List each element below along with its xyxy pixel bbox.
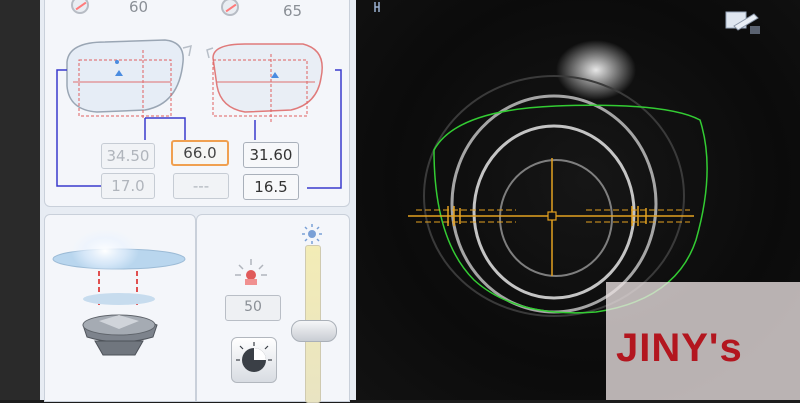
brightness-slider-thumb[interactable] (291, 319, 337, 342)
edit-icon[interactable] (724, 8, 762, 36)
control-panel: 60 65 34.50 66.0 31.60 17.0 --- 16.5 50 (40, 0, 356, 403)
watermark-text: JINY's (616, 326, 743, 370)
center-blank-field[interactable]: --- (173, 173, 229, 199)
a-size-field[interactable]: 34.50 (101, 143, 155, 169)
corner-marker-icon (374, 2, 380, 12)
outer-lens-ring (450, 94, 658, 314)
brightness-panel: 50 (196, 214, 350, 403)
lens-holder-diagram (52, 229, 186, 356)
brightness-value-field[interactable]: 50 (225, 295, 281, 321)
lamp-icon (235, 259, 267, 285)
dial-icon (236, 342, 272, 372)
left-lens-shape (66, 39, 184, 113)
dial-button[interactable] (231, 337, 277, 383)
crosshair-center (547, 211, 557, 221)
height-left-field[interactable]: 17.0 (101, 173, 155, 199)
right-lens-shape (212, 43, 323, 113)
pd-right-field[interactable]: 31.60 (243, 142, 299, 168)
sun-icon (302, 224, 322, 244)
lens-holder-panel[interactable] (44, 214, 196, 402)
frame-shape-panel: 60 65 34.50 66.0 31.60 17.0 --- 16.5 (44, 0, 350, 207)
height-right-field[interactable]: 16.5 (243, 174, 299, 200)
watermark-overlay: JINY's (606, 282, 800, 400)
bridge-field[interactable]: 66.0 (171, 140, 229, 166)
screen-bezel (0, 0, 40, 400)
